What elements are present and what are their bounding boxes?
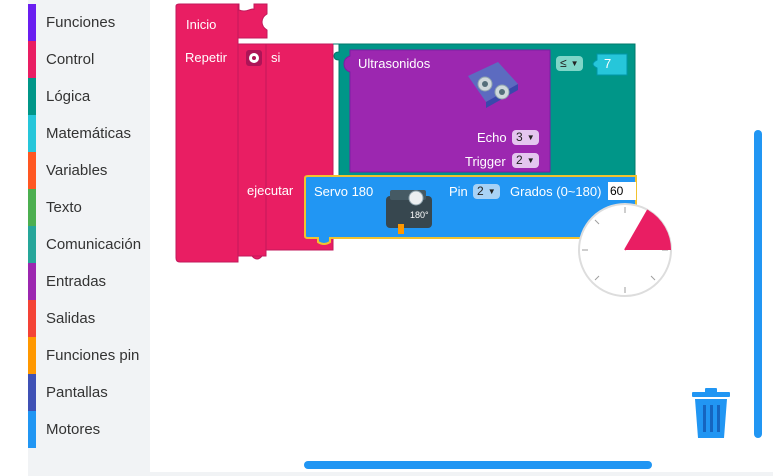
trigger-dropdown[interactable]: 2 ▼ [512, 153, 539, 168]
trigger-value: 2 [516, 153, 523, 167]
blocks-canvas: 180° [175, 3, 730, 438]
pin-value: 2 [477, 184, 484, 198]
vertical-scrollbar[interactable] [754, 130, 762, 438]
pin-label: Pin [449, 184, 468, 199]
ultrasonidos-label: Ultrasonidos [358, 56, 431, 71]
gear-icon[interactable] [249, 53, 259, 63]
chevron-down-icon: ▼ [526, 133, 535, 142]
chevron-down-icon: ▼ [570, 59, 579, 68]
chevron-down-icon: ▼ [526, 156, 535, 165]
angle-picker-dial[interactable] [578, 203, 672, 297]
grados-input[interactable]: 60 [608, 182, 636, 200]
operator-value: ≤ [560, 56, 567, 70]
ejecutar-label: ejecutar [247, 183, 294, 198]
servo-motor-image: 180° [386, 190, 432, 234]
echo-value: 3 [516, 130, 523, 144]
bottom-border [28, 472, 773, 476]
si-label: si [271, 50, 281, 65]
operator-dropdown[interactable]: ≤ ▼ [556, 56, 583, 71]
trigger-label: Trigger [465, 154, 506, 169]
compare-number[interactable]: 7 [604, 56, 611, 71]
echo-label: Echo [477, 130, 507, 145]
repetir-label: Repetir [185, 50, 227, 65]
repetir-inner-column [237, 43, 267, 257]
horizontal-scrollbar[interactable] [304, 461, 652, 469]
servo-image-label: 180° [410, 210, 429, 220]
trash-icon[interactable] [692, 388, 730, 438]
pin-dropdown[interactable]: 2 ▼ [473, 184, 500, 199]
echo-dropdown[interactable]: 3 ▼ [512, 130, 539, 145]
inicio-label: Inicio [186, 17, 217, 32]
chevron-down-icon: ▼ [487, 187, 496, 196]
servo-label: Servo 180 [314, 184, 374, 199]
grados-label: Grados (0~180) [510, 184, 602, 199]
